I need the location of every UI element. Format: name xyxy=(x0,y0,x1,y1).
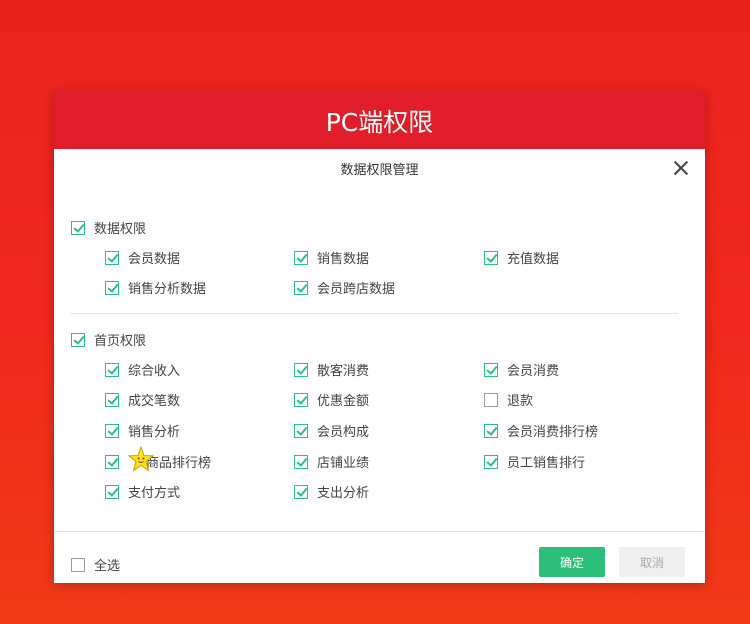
checkbox-icon xyxy=(71,332,85,347)
checkbox-icon xyxy=(484,392,498,407)
checkbox-label: 销售分析 xyxy=(128,425,181,440)
checkbox-label: 散客消费 xyxy=(317,364,370,379)
checkbox-label: 销售分析数据 xyxy=(128,282,207,297)
checkbox-label: 店铺业绩 xyxy=(317,456,370,471)
group-label: 数据权限 xyxy=(94,222,147,237)
checkbox-icon xyxy=(484,250,498,265)
checkbox-member-cross-store-data[interactable]: 会员跨店数据 xyxy=(294,278,395,297)
checkbox-label: 员工销售排行 xyxy=(507,456,586,471)
banner-title: PC端权限 xyxy=(54,92,705,149)
checkbox-icon xyxy=(105,280,119,295)
checkbox-icon xyxy=(294,454,308,469)
checkbox-sales-analysis[interactable]: 销售分析 xyxy=(105,421,180,440)
checkbox-expense-analysis[interactable]: 支出分析 xyxy=(294,482,369,501)
star-cursor-icon xyxy=(128,446,154,472)
select-all-label: 全选 xyxy=(94,559,121,574)
checkbox-icon xyxy=(294,280,308,295)
select-all-checkbox[interactable]: 全选 xyxy=(71,555,120,574)
group-label: 首页权限 xyxy=(94,334,147,349)
checkbox-icon xyxy=(484,423,498,438)
dialog-subtitle: 数据权限管理 xyxy=(340,162,419,178)
checkbox-member-composition[interactable]: 会员构成 xyxy=(294,421,369,440)
checkbox-icon xyxy=(294,423,308,438)
checkbox-icon xyxy=(294,250,308,265)
confirm-button[interactable]: 确定 xyxy=(539,547,605,577)
checkbox-label: 会员构成 xyxy=(317,425,370,440)
checkbox-transaction-count[interactable]: 成交笔数 xyxy=(105,390,180,409)
checkbox-label: 支出分析 xyxy=(317,486,370,501)
checkbox-sales-analysis-data[interactable]: 销售分析数据 xyxy=(105,278,206,297)
checkbox-label: 优惠金额 xyxy=(317,394,370,409)
checkbox-staff-sales-ranking[interactable]: 员工销售排行 xyxy=(484,452,585,471)
checkbox-icon xyxy=(484,454,498,469)
group-checkbox-home-permissions[interactable]: 首页权限 xyxy=(71,330,146,349)
group-checkbox-data-permissions[interactable]: 数据权限 xyxy=(71,218,146,237)
checkbox-member-data[interactable]: 会员数据 xyxy=(105,248,180,267)
checkbox-label: 充值数据 xyxy=(507,252,560,267)
checkbox-icon xyxy=(71,220,85,235)
checkbox-refund[interactable]: 退款 xyxy=(484,390,533,409)
checkbox-label: 销售数据 xyxy=(317,252,370,267)
checkbox-recharge-data[interactable]: 充值数据 xyxy=(484,248,559,267)
checkbox-walkin-consumption[interactable]: 散客消费 xyxy=(294,360,369,379)
checkbox-icon xyxy=(105,250,119,265)
permission-dialog: PC端权限 数据权限管理 数据权限 会员数据 销售数据 充值数据 销售分析数据 … xyxy=(54,92,705,583)
checkbox-icon xyxy=(105,362,119,377)
checkbox-icon xyxy=(105,423,119,438)
checkbox-icon xyxy=(294,362,308,377)
close-icon[interactable] xyxy=(673,160,689,176)
checkbox-icon xyxy=(294,392,308,407)
checkbox-label: 会员消费排行榜 xyxy=(507,425,599,440)
checkbox-label: 会员消费 xyxy=(507,364,560,379)
checkbox-member-consumption[interactable]: 会员消费 xyxy=(484,360,559,379)
checkbox-icon xyxy=(105,484,119,499)
cancel-button[interactable]: 取消 xyxy=(619,547,685,577)
checkbox-label: 支付方式 xyxy=(128,486,181,501)
checkbox-total-income[interactable]: 综合收入 xyxy=(105,360,180,379)
checkbox-label: 退款 xyxy=(507,394,534,409)
checkbox-label: 会员数据 xyxy=(128,252,181,267)
checkbox-member-consumption-ranking[interactable]: 会员消费排行榜 xyxy=(484,421,598,440)
footer-divider xyxy=(54,531,705,532)
checkbox-label: 成交笔数 xyxy=(128,394,181,409)
checkbox-store-performance[interactable]: 店铺业绩 xyxy=(294,452,369,471)
checkbox-sales-data[interactable]: 销售数据 xyxy=(294,248,369,267)
checkbox-payment-method[interactable]: 支付方式 xyxy=(105,482,180,501)
checkbox-icon xyxy=(71,557,85,572)
checkbox-label: 会员跨店数据 xyxy=(317,282,396,297)
checkbox-label: 综合收入 xyxy=(128,364,181,379)
checkbox-discount-amount[interactable]: 优惠金额 xyxy=(294,390,369,409)
checkbox-icon xyxy=(105,392,119,407)
checkbox-label: 商品排行榜 xyxy=(146,456,212,471)
checkbox-product-ranking[interactable]: 商品排行榜 xyxy=(105,452,211,471)
checkbox-icon xyxy=(484,362,498,377)
checkbox-icon xyxy=(105,454,119,469)
section-divider xyxy=(70,313,678,314)
checkbox-icon xyxy=(294,484,308,499)
